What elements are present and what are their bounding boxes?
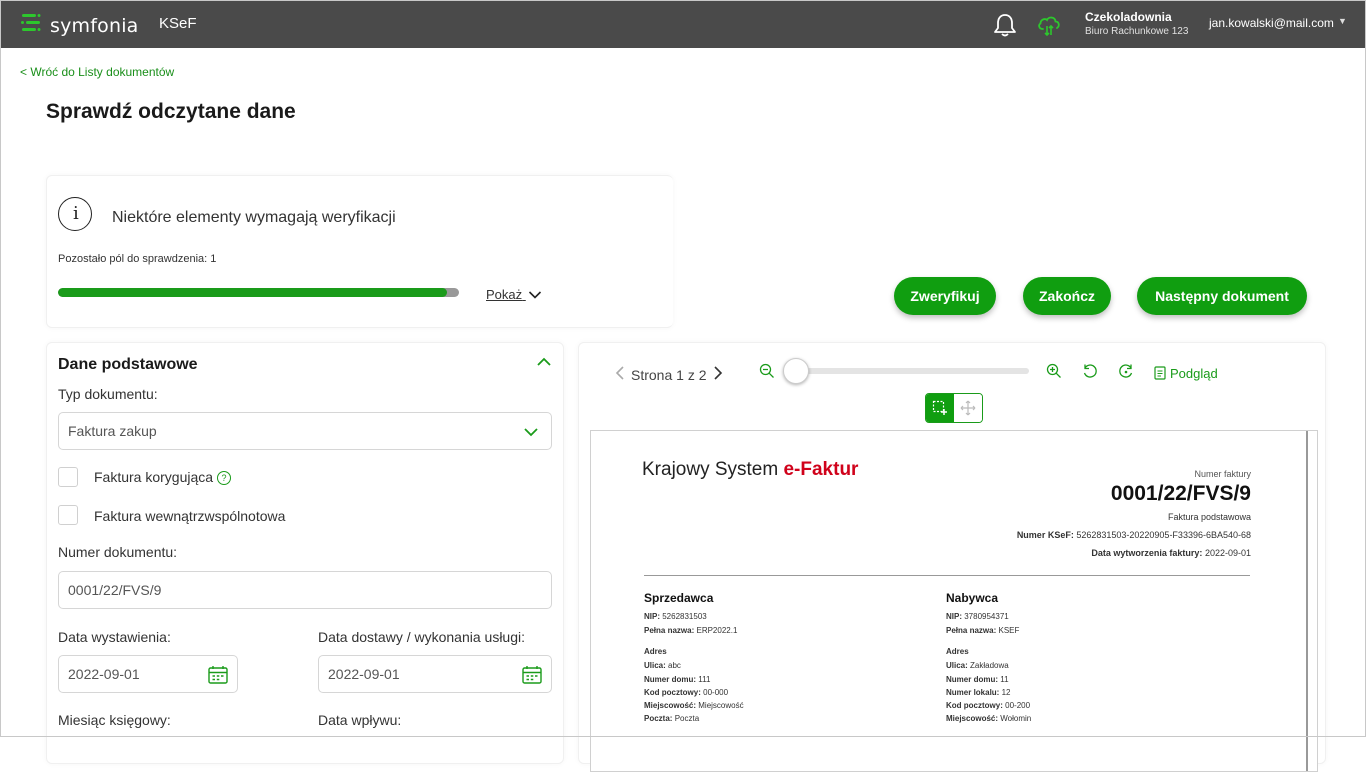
doc-type-label: Typ dokumentu:	[58, 386, 158, 402]
zoom-slider[interactable]	[783, 358, 1029, 384]
seller-title: Sprzedawca	[644, 591, 714, 605]
zoom-out-icon[interactable]	[759, 363, 775, 384]
seller-street: Ulica: abc	[644, 661, 681, 670]
top-bar: symfonia KSeF Czekoladownia Biuro Rachun…	[0, 0, 1366, 48]
verification-message: Niektóre elementy wymagają weryfikacji	[112, 209, 396, 226]
chevron-left-icon[interactable]	[615, 365, 625, 384]
doc-type-select[interactable]: Faktura zakup	[58, 412, 552, 450]
receipt-date-label: Data wpływu:	[318, 712, 402, 728]
seller-address-label: Adres	[644, 647, 667, 656]
intra-community-label: Faktura wewnątrzwspólnotowa	[94, 508, 286, 524]
finish-button[interactable]: Zakończ	[1023, 277, 1111, 315]
doc-number-label: Numer dokumentu:	[58, 544, 178, 560]
info-icon: i	[58, 197, 92, 231]
preview-button[interactable]: Podgląd	[1154, 366, 1218, 383]
show-label: Pokaż	[486, 287, 523, 302]
chevron-down-icon	[528, 288, 542, 303]
delivery-date-value: 2022-09-01	[328, 666, 400, 682]
rotate-right-icon[interactable]	[1118, 363, 1134, 384]
divider	[644, 575, 1250, 576]
buyer-nip: NIP: 3780954371	[946, 612, 1009, 621]
created-date-line: Data wytworzenia faktury: 2022-09-01	[1091, 548, 1251, 558]
intra-community-checkbox[interactable]	[58, 505, 78, 525]
delivery-date-input[interactable]: 2022-09-01	[318, 655, 552, 693]
issue-date-input[interactable]: 2022-09-01	[58, 655, 238, 693]
seller-house: Numer domu: 111	[644, 675, 711, 684]
corrective-invoice-label: Faktura korygująca?	[94, 469, 232, 485]
bell-icon[interactable]	[992, 12, 1018, 43]
basic-data-panel: Dane podstawowe Typ dokumentu: Faktura z…	[46, 342, 564, 764]
page-indicator: Strona 1 z 2	[631, 366, 707, 383]
help-icon[interactable]: ?	[217, 471, 232, 485]
accounting-month-label: Miesiąc księgowy:	[58, 712, 171, 728]
show-toggle[interactable]: Pokaż	[486, 287, 542, 303]
seller-post: Poczta: Poczta	[644, 714, 700, 723]
delivery-date-label: Data dostawy / wykonania usługi:	[318, 629, 525, 645]
buyer-flat: Numer lokalu: 12	[946, 688, 1011, 697]
buyer-house: Numer domu: 11	[946, 675, 1009, 684]
next-document-button[interactable]: Następny dokument	[1137, 277, 1307, 315]
buyer-street: Ulica: Zakładowa	[946, 661, 1009, 670]
verification-card: i Niektóre elementy wymagają weryfikacji…	[46, 175, 673, 328]
zoom-slider-handle[interactable]	[783, 358, 809, 384]
buyer-postal: Kod pocztowy: 00-200	[946, 701, 1031, 710]
invoice-number: 0001/22/FVS/9	[1110, 482, 1251, 505]
calendar-icon[interactable]	[522, 665, 542, 687]
remaining-fields-count: Pozostało pól do sprawdzenia: 1	[58, 253, 217, 265]
calendar-icon[interactable]	[208, 665, 228, 687]
chevron-down-icon[interactable]: ▼	[1338, 16, 1347, 26]
doc-number-value: 0001/22/FVS/9	[68, 582, 162, 598]
doc-type-value: Faktura zakup	[68, 423, 157, 439]
invoice-type: Faktura podstawowa	[1167, 512, 1251, 522]
buyer-title: Nabywca	[946, 591, 999, 605]
document-viewer: Strona 1 z 2 Podgląd Krajowy System e-Fa…	[578, 342, 1326, 772]
page-title: Sprawdź odczytane dane	[46, 100, 296, 123]
invoice-page: Krajowy System e-Faktur Numer faktury 00…	[590, 430, 1318, 772]
zoom-in-icon[interactable]	[1046, 363, 1062, 384]
issue-date-label: Data wystawienia:	[58, 629, 171, 645]
progress-fill	[58, 288, 447, 297]
ksef-logo: Krajowy System e-Faktur	[642, 459, 859, 480]
corrective-invoice-checkbox[interactable]	[58, 467, 78, 487]
issue-date-value: 2022-09-01	[68, 666, 140, 682]
document-icon	[1154, 366, 1166, 383]
back-to-list-link[interactable]: < Wróć do Listy dokumentów	[20, 65, 174, 79]
chevron-right-icon[interactable]	[713, 365, 723, 384]
chevron-down-icon	[523, 425, 539, 441]
preview-label: Podgląd	[1170, 366, 1218, 381]
verification-progress-bar	[58, 288, 459, 297]
viewer-tool-toggle	[925, 393, 983, 423]
brand-name: symfonia	[50, 14, 139, 37]
doc-number-input[interactable]: 0001/22/FVS/9	[58, 571, 552, 609]
rotate-left-icon[interactable]	[1082, 363, 1098, 384]
symfonia-logo-icon	[20, 12, 42, 39]
buyer-address-label: Adres	[946, 647, 969, 656]
organization-name: Czekoladownia	[1085, 10, 1172, 24]
product-name: KSeF	[159, 15, 197, 32]
seller-postal: Kod pocztowy: 00-000	[644, 688, 729, 697]
buyer-name: Pełna nazwa: KSEF	[946, 626, 1020, 635]
select-area-icon[interactable]	[926, 394, 954, 422]
page-navigation: Strona 1 z 2	[615, 365, 723, 384]
seller-name: Pełna nazwa: ERP2022.1	[644, 626, 738, 635]
verify-button[interactable]: Zweryfikuj	[894, 277, 996, 315]
organization-info[interactable]: Czekoladownia Biuro Rachunkowe 123	[1085, 10, 1188, 37]
cloud-sync-icon[interactable]	[1036, 12, 1062, 43]
seller-nip: NIP: 5262831503	[644, 612, 707, 621]
section-title: Dane podstawowe	[58, 356, 198, 373]
move-icon[interactable]	[954, 394, 982, 422]
seller-city: Miejscowość: Miejscowość	[644, 701, 744, 710]
brand-logo[interactable]: symfonia	[20, 12, 139, 39]
organization-subtitle: Biuro Rachunkowe 123	[1085, 26, 1189, 37]
buyer-city: Miejscowość: Wołomin	[946, 714, 1032, 723]
ksef-number-line: Numer KSeF: 5262831503-20220905-F33396-6…	[1016, 530, 1251, 540]
chevron-up-icon[interactable]	[536, 355, 552, 373]
user-email[interactable]: jan.kowalski@mail.com	[1209, 16, 1334, 30]
scrollbar[interactable]	[1306, 431, 1308, 771]
invoice-number-label: Numer faktury	[1194, 469, 1251, 479]
